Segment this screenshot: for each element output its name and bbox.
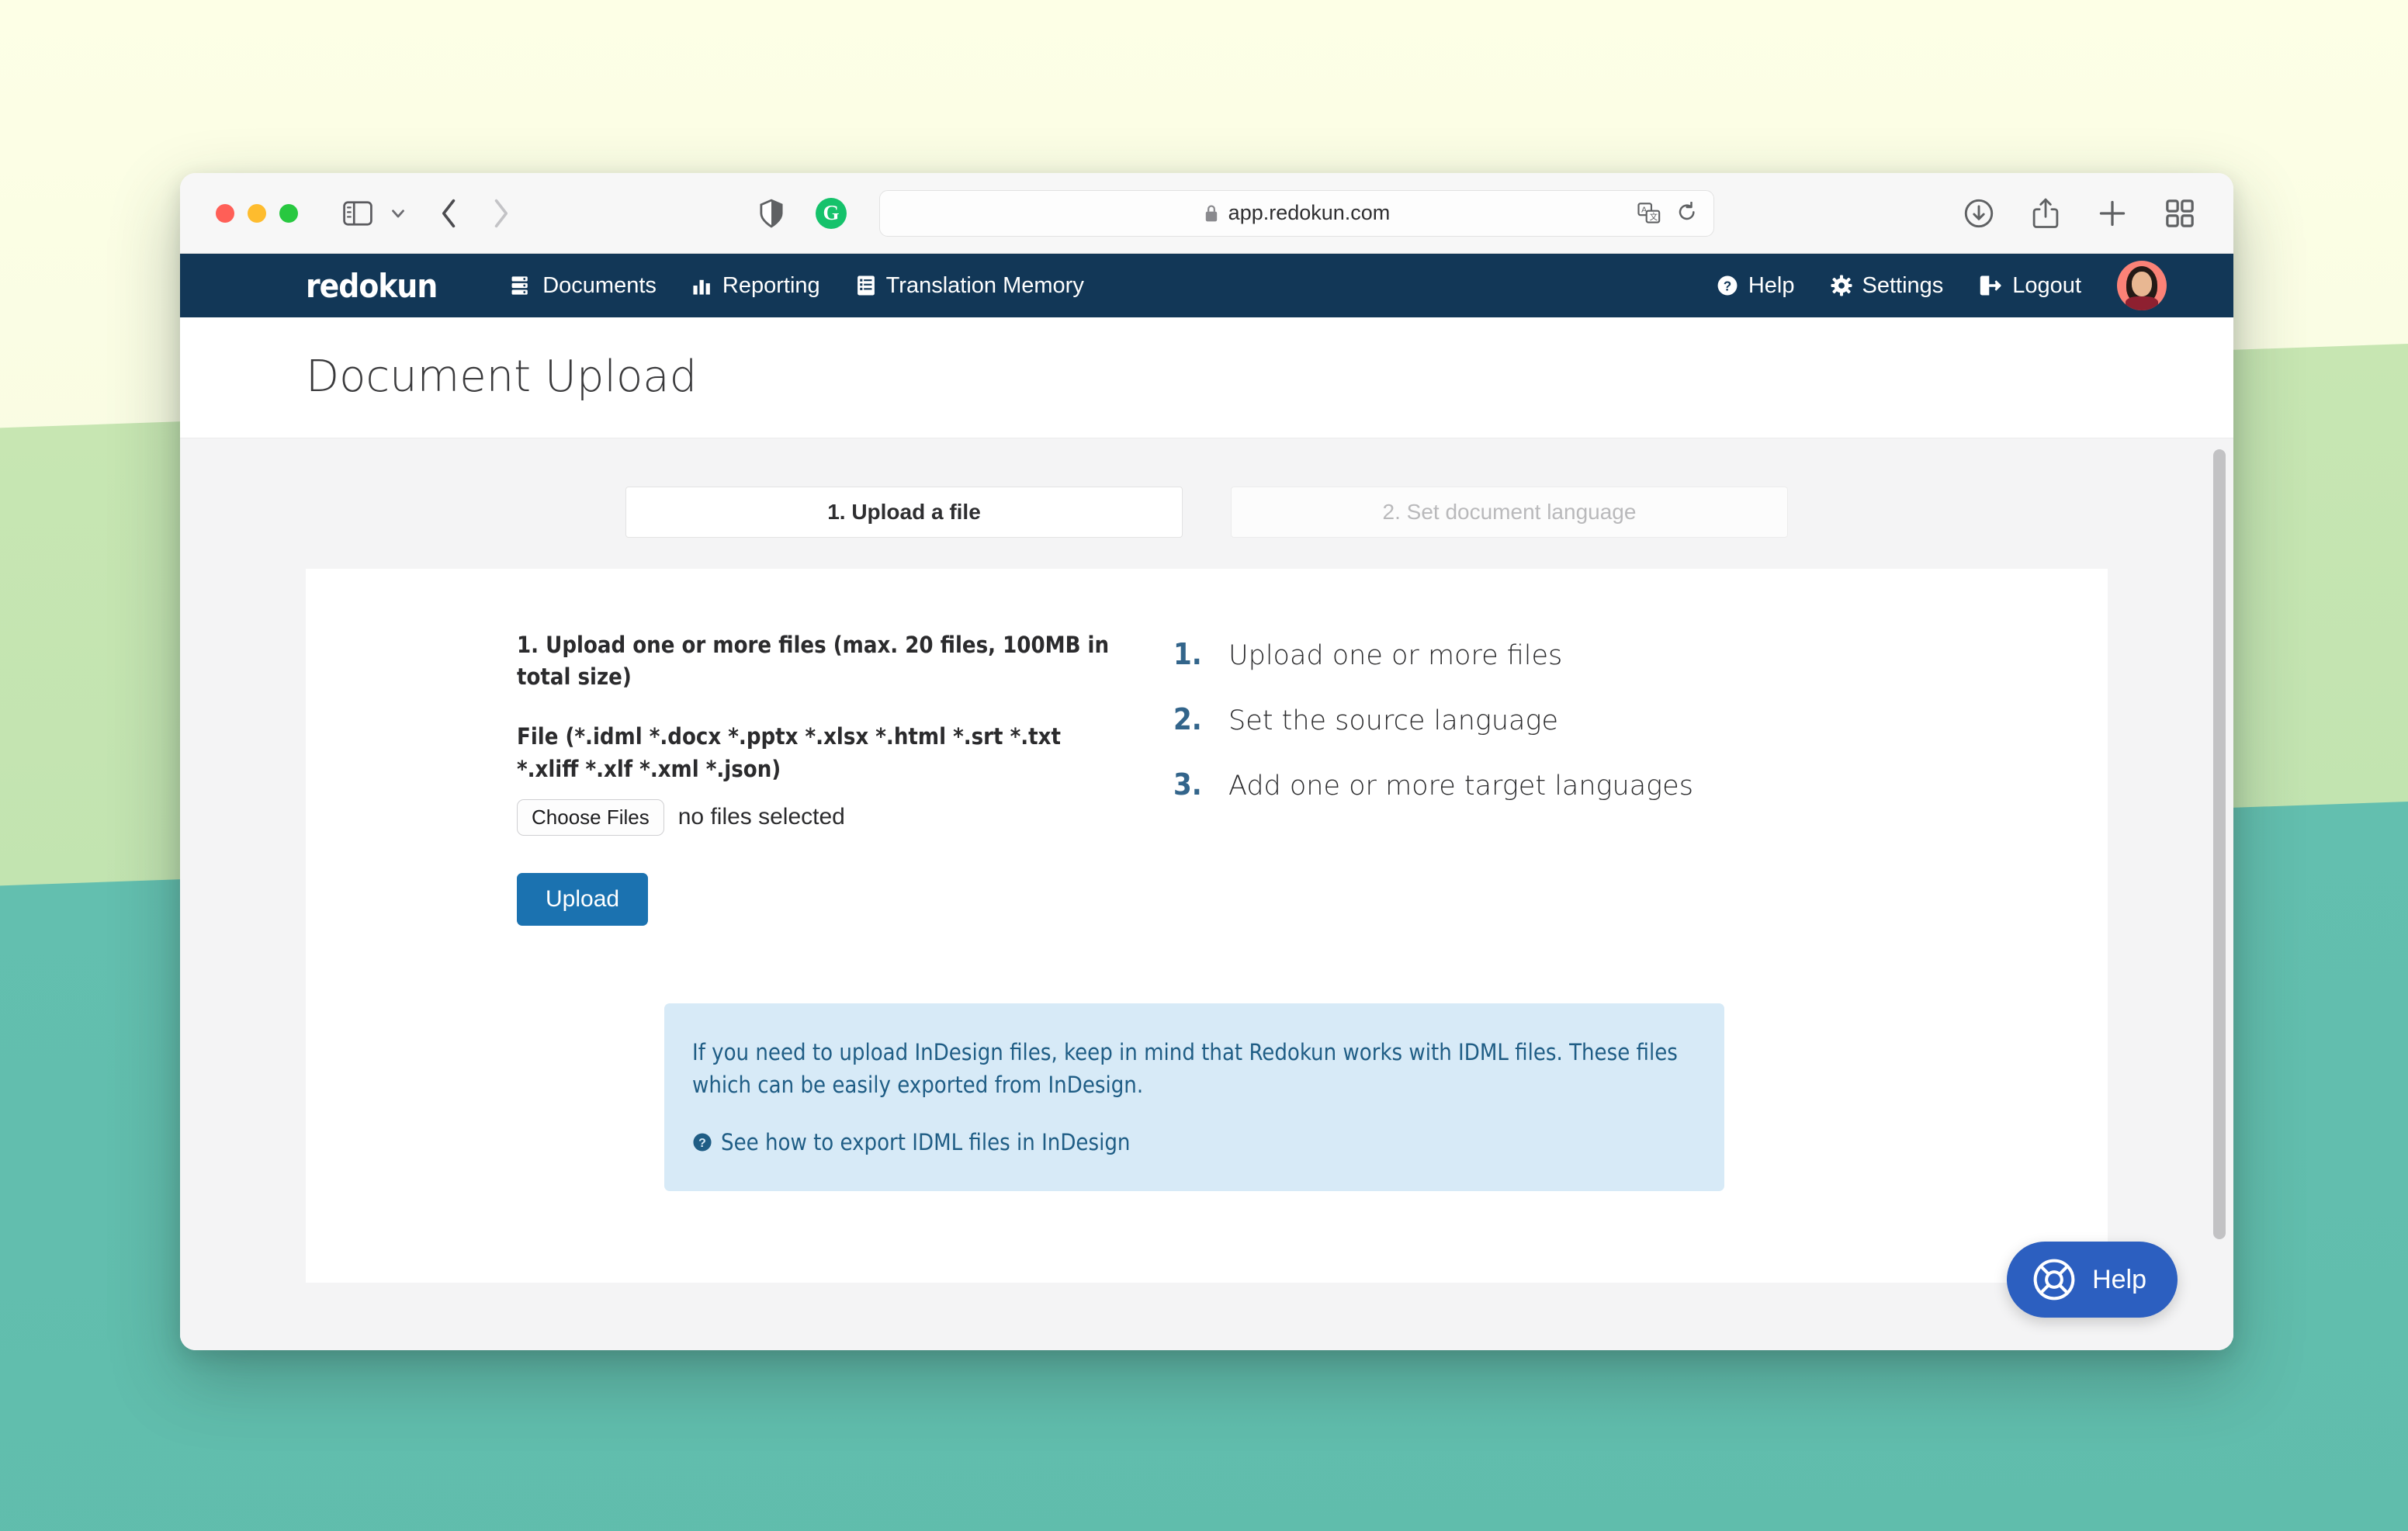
lock-icon [1204, 204, 1219, 223]
svg-text:?: ? [1724, 279, 1731, 294]
page-header: Document Upload [180, 317, 2233, 438]
privacy-shield-icon[interactable] [760, 199, 783, 228]
app-navbar: redokun Documents Reporting Translation … [180, 254, 2233, 317]
nav-item-documents[interactable]: Documents [511, 273, 657, 299]
logout-icon [1979, 275, 2002, 296]
browser-toolbar: G app.redokun.com A 文 [180, 173, 2233, 254]
help-widget-button[interactable]: Help [2007, 1242, 2178, 1318]
step-number: 3. [1173, 767, 1202, 802]
help-circle-icon: ? [1717, 275, 1738, 296]
browser-toolbar-actions [1963, 197, 2207, 230]
instruction-steps: 1. Upload one or more files 2. Set the s… [1173, 637, 2108, 802]
export-idml-help-link-label: See how to export IDML files in InDesign [721, 1129, 1131, 1156]
nav-item-settings-label: Settings [1862, 272, 1944, 298]
help-widget-label: Help [2092, 1264, 2146, 1294]
nav-item-translation-memory-label: Translation Memory [885, 272, 1084, 298]
nav-item-help-label: Help [1748, 272, 1795, 298]
forward-arrow-icon[interactable] [490, 198, 511, 229]
tab-set-document-language[interactable]: 2. Set document language [1231, 487, 1788, 538]
avatar[interactable] [2117, 261, 2167, 310]
selected-files-status: no files selected [677, 804, 845, 830]
nav-item-translation-memory[interactable]: Translation Memory [856, 273, 1084, 299]
share-icon[interactable] [2032, 197, 2060, 230]
back-arrow-icon[interactable] [439, 198, 459, 229]
export-idml-help-link[interactable]: ? See how to export IDML files in InDesi… [692, 1129, 1696, 1155]
nav-item-documents-label: Documents [542, 272, 657, 298]
upload-button[interactable]: Upload [517, 872, 649, 926]
browser-window: G app.redokun.com A 文 redokun Documents … [180, 173, 2233, 1350]
tab-overview-icon[interactable] [2165, 199, 2195, 228]
navigation-arrows [439, 198, 511, 229]
tab-set-document-language-label: 2. Set document language [1382, 500, 1637, 524]
file-types-label: File (*.idml *.docx *.pptx *.xlsx *.html… [517, 723, 1061, 782]
help-circle-icon: ? [692, 1132, 712, 1152]
step-text: Add one or more target languages [1228, 771, 1693, 802]
svg-text:文: 文 [1650, 212, 1658, 222]
avatar-body [2126, 296, 2158, 310]
desktop-wallpaper: G app.redokun.com A 文 redokun Documents … [0, 0, 2408, 1531]
step-number: 2. [1173, 702, 1202, 736]
upload-wizard-tabs: 1. Upload a file 2. Set document languag… [180, 438, 2233, 538]
step-number: 1. [1173, 637, 1202, 671]
indesign-info-alert: If you need to upload InDesign files, ke… [664, 1003, 1724, 1192]
instructions-panel: 1. Upload one or more files 2. Set the s… [1128, 629, 2108, 926]
reload-icon[interactable] [1676, 201, 1698, 225]
address-bar-actions: A 文 [1637, 201, 1698, 225]
upload-card: 1. Upload one or more files (max. 20 fil… [306, 569, 2108, 1283]
instruction-step: 1. Upload one or more files [1173, 637, 2108, 671]
nav-item-reporting-label: Reporting [722, 272, 820, 298]
address-bar[interactable]: app.redokun.com A 文 [879, 189, 1714, 237]
nav-item-logout-label: Logout [2012, 272, 2081, 298]
vertical-scrollbar[interactable] [2213, 449, 2226, 1347]
indesign-info-text: If you need to upload InDesign files, ke… [692, 1038, 1678, 1099]
grammarly-extension-icon[interactable]: G [816, 197, 847, 229]
lifebuoy-icon [2032, 1257, 2077, 1302]
chevron-down-icon[interactable] [388, 203, 408, 223]
upload-card-columns: 1. Upload one or more files (max. 20 fil… [306, 569, 2108, 926]
step-text: Upload one or more files [1228, 640, 1563, 671]
navbar-links: Documents Reporting Translation Memory [511, 273, 1084, 299]
window-controls[interactable] [216, 203, 298, 223]
svg-text:?: ? [698, 1137, 706, 1150]
instruction-step: 2. Set the source language [1173, 702, 2108, 736]
step-text: Set the source language [1228, 705, 1559, 736]
address-bar-url: app.redokun.com [1228, 201, 1391, 224]
documents-icon [511, 275, 532, 296]
tab-upload-a-file-label: 1. Upload a file [827, 500, 981, 524]
content-area: 1. Upload a file 2. Set document languag… [180, 438, 2233, 1350]
navbar-right: ? Help Settings Logout [1717, 261, 2233, 310]
nav-item-help[interactable]: ? Help [1717, 273, 1795, 299]
instruction-step: 3. Add one or more target languages [1173, 767, 2108, 802]
choose-files-button[interactable]: Choose Files [517, 798, 664, 836]
avatar-face [2132, 272, 2152, 296]
minimize-window-button[interactable] [248, 203, 266, 223]
tab-upload-a-file[interactable]: 1. Upload a file [625, 487, 1183, 538]
list-document-icon [856, 275, 876, 296]
maximize-window-button[interactable] [279, 203, 298, 223]
close-window-button[interactable] [216, 203, 234, 223]
gear-icon [1830, 275, 1852, 296]
web-page: redokun Documents Reporting Translation … [180, 254, 2233, 1350]
upload-step1-label: 1. Upload one or more files (max. 20 fil… [517, 632, 1110, 691]
nav-item-settings[interactable]: Settings [1830, 272, 1944, 299]
file-input-row[interactable]: Choose Files no files selected [517, 798, 1128, 836]
translate-icon[interactable]: A 文 [1637, 202, 1661, 224]
page-title: Document Upload [306, 352, 698, 402]
nav-item-reporting[interactable]: Reporting [692, 273, 820, 299]
downloads-icon[interactable] [1963, 198, 1994, 229]
nav-item-logout[interactable]: Logout [1979, 273, 2081, 299]
scrollbar-thumb[interactable] [2213, 449, 2226, 1240]
sidebar-toggle-icon[interactable] [343, 200, 372, 226]
upload-form: 1. Upload one or more files (max. 20 fil… [306, 629, 1128, 926]
bar-chart-icon [692, 275, 712, 296]
new-tab-plus-icon[interactable] [2097, 198, 2128, 229]
redokun-logo[interactable]: redokun [306, 267, 438, 305]
